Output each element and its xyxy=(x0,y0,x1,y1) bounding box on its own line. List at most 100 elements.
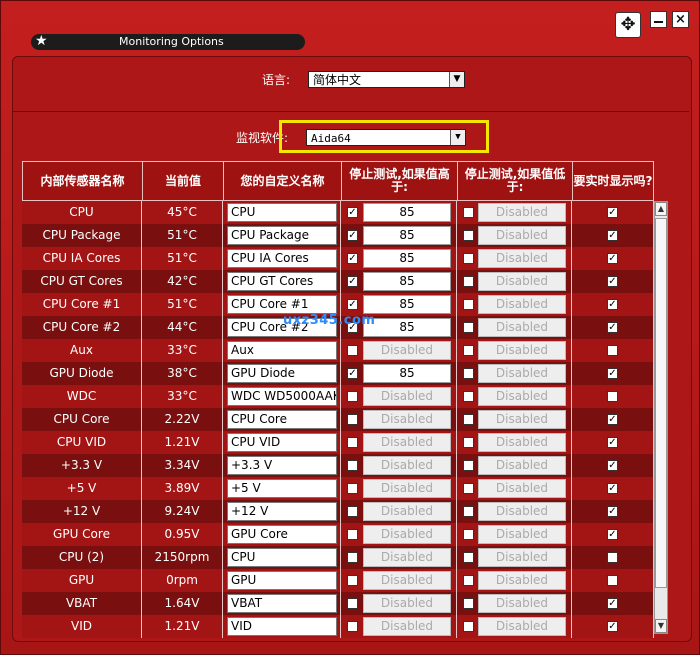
show-realtime-checkbox[interactable] xyxy=(607,391,618,402)
show-realtime-checkbox[interactable]: ✓ xyxy=(607,506,618,517)
show-realtime-checkbox[interactable] xyxy=(607,345,618,356)
stop-below-input[interactable]: Disabled xyxy=(478,387,566,406)
stop-above-input[interactable]: 85 xyxy=(363,364,451,383)
custom-name-input[interactable]: WDC WD5000AAK xyxy=(227,387,337,406)
stop-above-input[interactable]: Disabled xyxy=(363,456,451,475)
stop-above-input[interactable]: Disabled xyxy=(363,410,451,429)
stop-above-input[interactable]: Disabled xyxy=(363,502,451,521)
stop-below-checkbox[interactable] xyxy=(463,575,474,586)
show-realtime-checkbox[interactable]: ✓ xyxy=(607,598,618,609)
show-realtime-checkbox[interactable]: ✓ xyxy=(607,207,618,218)
scrollbar-thumb[interactable] xyxy=(655,218,667,588)
stop-below-checkbox[interactable] xyxy=(463,322,474,333)
custom-name-input[interactable]: GPU Core xyxy=(227,525,337,544)
custom-name-input[interactable]: CPU Core xyxy=(227,410,337,429)
custom-name-input[interactable]: +3.3 V xyxy=(227,456,337,475)
stop-above-input[interactable]: Disabled xyxy=(363,341,451,360)
custom-name-input[interactable]: Aux xyxy=(227,341,337,360)
stop-above-checkbox[interactable] xyxy=(347,483,358,494)
stop-above-checkbox[interactable] xyxy=(347,621,358,632)
stop-above-checkbox[interactable] xyxy=(347,437,358,448)
custom-name-input[interactable]: CPU IA Cores xyxy=(227,249,337,268)
stop-below-checkbox[interactable] xyxy=(463,506,474,517)
stop-above-checkbox[interactable] xyxy=(347,345,358,356)
stop-below-input[interactable]: Disabled xyxy=(478,502,566,521)
stop-above-checkbox[interactable] xyxy=(347,552,358,563)
stop-below-checkbox[interactable] xyxy=(463,483,474,494)
stop-above-input[interactable]: Disabled xyxy=(363,433,451,452)
stop-below-checkbox[interactable] xyxy=(463,414,474,425)
stop-above-input[interactable]: 85 xyxy=(363,203,451,222)
stop-below-input[interactable]: Disabled xyxy=(478,203,566,222)
stop-above-checkbox[interactable]: ✓ xyxy=(347,368,358,379)
chevron-down-icon[interactable]: ▼ xyxy=(449,72,464,87)
show-realtime-checkbox[interactable] xyxy=(607,575,618,586)
stop-below-input[interactable]: Disabled xyxy=(478,433,566,452)
vertical-scrollbar[interactable]: ▲ ▼ xyxy=(654,201,668,634)
minimize-button[interactable] xyxy=(650,11,667,28)
show-realtime-checkbox[interactable]: ✓ xyxy=(607,460,618,471)
stop-above-checkbox[interactable] xyxy=(347,575,358,586)
scroll-up-icon[interactable]: ▲ xyxy=(655,202,667,216)
stop-below-checkbox[interactable] xyxy=(463,460,474,471)
language-select[interactable]: 简体中文 ▼ xyxy=(308,71,465,88)
stop-above-input[interactable]: 85 xyxy=(363,295,451,314)
stop-below-input[interactable]: Disabled xyxy=(478,594,566,613)
stop-above-checkbox[interactable] xyxy=(347,460,358,471)
stop-above-input[interactable]: Disabled xyxy=(363,617,451,636)
show-realtime-checkbox[interactable]: ✓ xyxy=(607,414,618,425)
stop-below-input[interactable]: Disabled xyxy=(478,410,566,429)
stop-below-input[interactable]: Disabled xyxy=(478,571,566,590)
stop-above-input[interactable]: Disabled xyxy=(363,479,451,498)
show-realtime-checkbox[interactable]: ✓ xyxy=(607,299,618,310)
show-realtime-checkbox[interactable]: ✓ xyxy=(607,529,618,540)
move-icon[interactable]: ✥ xyxy=(615,12,641,38)
stop-below-input[interactable]: Disabled xyxy=(478,226,566,245)
stop-below-input[interactable]: Disabled xyxy=(478,456,566,475)
custom-name-input[interactable]: CPU GT Cores xyxy=(227,272,337,291)
custom-name-input[interactable]: CPU Package xyxy=(227,226,337,245)
custom-name-input[interactable]: VID xyxy=(227,617,337,636)
show-realtime-checkbox[interactable]: ✓ xyxy=(607,253,618,264)
stop-below-input[interactable]: Disabled xyxy=(478,525,566,544)
stop-below-checkbox[interactable] xyxy=(463,207,474,218)
custom-name-input[interactable]: CPU xyxy=(227,203,337,222)
stop-below-input[interactable]: Disabled xyxy=(478,272,566,291)
stop-below-input[interactable]: Disabled xyxy=(478,479,566,498)
close-button[interactable]: × xyxy=(672,11,689,28)
custom-name-input[interactable]: GPU Diode xyxy=(227,364,337,383)
stop-above-checkbox[interactable]: ✓ xyxy=(347,276,358,287)
stop-above-input[interactable]: 85 xyxy=(363,249,451,268)
stop-below-input[interactable]: Disabled xyxy=(478,548,566,567)
stop-below-checkbox[interactable] xyxy=(463,299,474,310)
stop-above-input[interactable]: 85 xyxy=(363,226,451,245)
show-realtime-checkbox[interactable] xyxy=(607,552,618,563)
stop-above-checkbox[interactable]: ✓ xyxy=(347,207,358,218)
stop-above-checkbox[interactable]: ✓ xyxy=(347,230,358,241)
custom-name-input[interactable]: CPU xyxy=(227,548,337,567)
custom-name-input[interactable]: +12 V xyxy=(227,502,337,521)
show-realtime-checkbox[interactable]: ✓ xyxy=(607,437,618,448)
stop-above-input[interactable]: Disabled xyxy=(363,548,451,567)
stop-above-checkbox[interactable] xyxy=(347,391,358,402)
stop-below-checkbox[interactable] xyxy=(463,621,474,632)
show-realtime-checkbox[interactable]: ✓ xyxy=(607,276,618,287)
custom-name-input[interactable]: CPU Core #1 xyxy=(227,295,337,314)
custom-name-input[interactable]: CPU VID xyxy=(227,433,337,452)
stop-below-checkbox[interactable] xyxy=(463,345,474,356)
stop-above-input[interactable]: Disabled xyxy=(363,525,451,544)
stop-below-checkbox[interactable] xyxy=(463,276,474,287)
stop-above-input[interactable]: 85 xyxy=(363,318,451,337)
stop-above-input[interactable]: Disabled xyxy=(363,387,451,406)
show-realtime-checkbox[interactable]: ✓ xyxy=(607,230,618,241)
show-realtime-checkbox[interactable]: ✓ xyxy=(607,322,618,333)
stop-below-checkbox[interactable] xyxy=(463,368,474,379)
stop-above-input[interactable]: 85 xyxy=(363,272,451,291)
stop-below-checkbox[interactable] xyxy=(463,253,474,264)
stop-below-input[interactable]: Disabled xyxy=(478,249,566,268)
stop-below-checkbox[interactable] xyxy=(463,552,474,563)
stop-below-checkbox[interactable] xyxy=(463,391,474,402)
scroll-down-icon[interactable]: ▼ xyxy=(655,619,667,633)
stop-above-input[interactable]: Disabled xyxy=(363,571,451,590)
show-realtime-checkbox[interactable]: ✓ xyxy=(607,483,618,494)
